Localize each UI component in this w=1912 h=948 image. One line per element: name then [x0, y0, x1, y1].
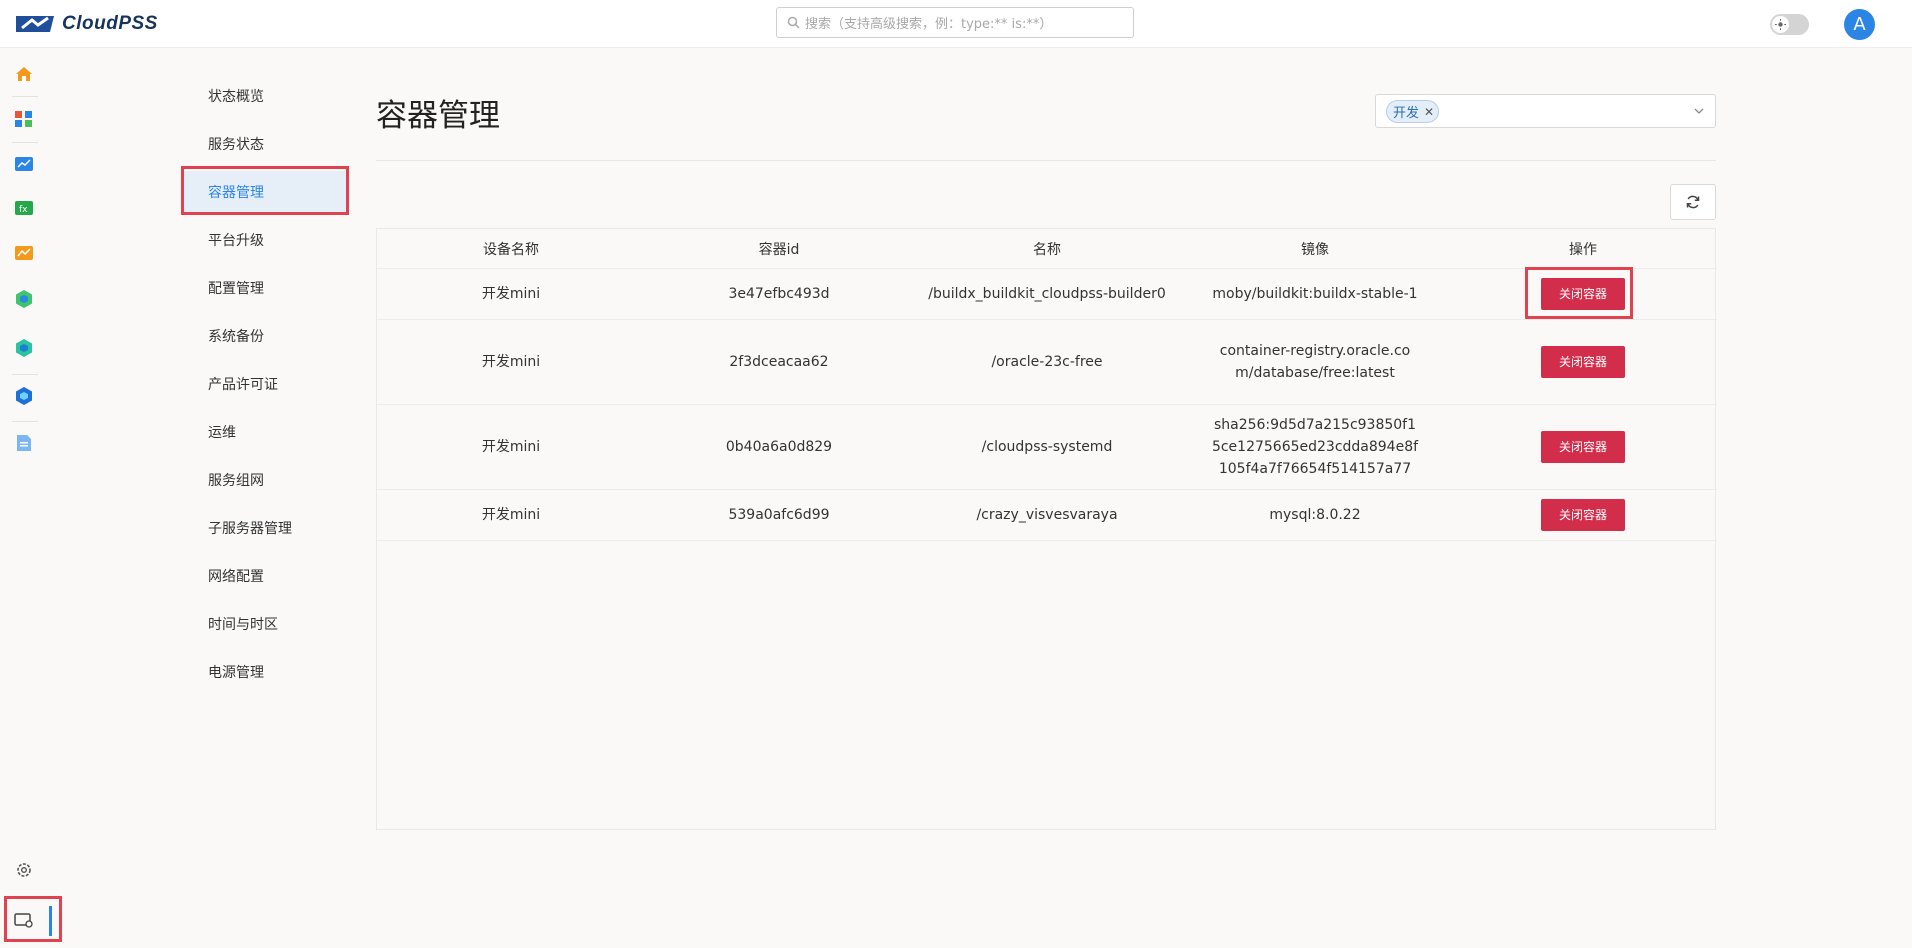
cell-image: moby/buildkit:buildx-stable-1: [1181, 268, 1449, 320]
cell-name: /crazy_visvesvaraya: [913, 489, 1181, 541]
chart-window-icon[interactable]: [14, 154, 34, 174]
table-header-row: 设备名称 容器id 名称 镜像 操作: [377, 229, 1717, 269]
cell-image: container-registry.oracle.com/database/f…: [1181, 319, 1449, 405]
cell-action: 关闭容器: [1449, 404, 1717, 490]
subnav-item-network-config[interactable]: 网络配置: [181, 555, 349, 599]
refresh-icon: [1686, 195, 1700, 209]
header-divider: [376, 160, 1716, 161]
cell-action: 关闭容器: [1449, 268, 1717, 320]
cell-image: mysql:8.0.22: [1181, 489, 1449, 541]
close-container-button[interactable]: 关闭容器: [1541, 431, 1625, 463]
subnav-item-service-status[interactable]: 服务状态: [181, 123, 349, 167]
cloudpss-logo-icon: [16, 16, 54, 32]
refresh-button[interactable]: [1670, 184, 1716, 220]
close-icon[interactable]: ✕: [1424, 105, 1434, 119]
search-icon: [787, 16, 800, 29]
function-icon[interactable]: fx: [14, 198, 34, 218]
filter-tag-label: 开发: [1393, 106, 1420, 121]
subnav-item-status-overview[interactable]: 状态概览: [181, 75, 349, 119]
subnav-item-product-license[interactable]: 产品许可证: [181, 363, 349, 407]
cell-device: 开发mini: [377, 268, 645, 320]
table-row: 开发mini 539a0afc6d99 /crazy_visvesvaraya …: [377, 489, 1717, 541]
left-rail: fx: [0, 48, 48, 948]
cell-container-id: 3e47efbc493d: [645, 268, 913, 320]
sun-icon: [1772, 16, 1789, 33]
chevron-down-icon[interactable]: [1693, 105, 1705, 117]
subnav-item-container-management[interactable]: 容器管理: [181, 171, 349, 215]
column-header-container-id: 容器id: [645, 229, 913, 269]
hexagon-green-icon[interactable]: [14, 289, 34, 309]
column-header-image: 镜像: [1181, 229, 1449, 269]
column-header-name: 名称: [913, 229, 1181, 269]
document-icon[interactable]: [14, 433, 34, 453]
cell-name: /oracle-23c-free: [913, 319, 1181, 405]
cell-container-id: 0b40a6a0d829: [645, 404, 913, 490]
table-row: 开发mini 0b40a6a0d829 /cloudpss-systemd sh…: [377, 404, 1717, 490]
subnav-item-config-management[interactable]: 配置管理: [181, 267, 349, 311]
subnav-item-sub-server-management[interactable]: 子服务器管理: [181, 507, 349, 551]
device-filter-select[interactable]: 开发 ✕: [1375, 94, 1716, 128]
cell-image: sha256:9d5d7a215c93850f15ce1275665ed23cd…: [1181, 404, 1449, 490]
subnav-item-time-zone[interactable]: 时间与时区: [181, 603, 349, 647]
close-container-button[interactable]: 关闭容器: [1541, 278, 1625, 310]
avatar[interactable]: A: [1844, 9, 1875, 40]
svg-text:fx: fx: [19, 205, 28, 215]
apps-icon[interactable]: [14, 108, 34, 128]
rail-active-indicator: [49, 906, 52, 936]
subnav-item-system-backup[interactable]: 系统备份: [181, 315, 349, 359]
column-header-action: 操作: [1449, 229, 1717, 269]
search-placeholder: 搜索（支持高级搜索，例：type:** is:**）: [805, 17, 1053, 32]
subnav-item-platform-upgrade[interactable]: 平台升级: [181, 219, 349, 263]
table-row: 开发mini 2f3dceacaa62 /oracle-23c-free con…: [377, 319, 1717, 405]
cell-container-id: 2f3dceacaa62: [645, 319, 913, 405]
logo[interactable]: CloudPSS: [14, 12, 158, 36]
top-bar: CloudPSS 搜索（支持高级搜索，例：type:** is:**） A: [0, 0, 1912, 48]
close-container-button[interactable]: 关闭容器: [1541, 346, 1625, 378]
home-icon[interactable]: [14, 64, 34, 84]
subnav-item-operations[interactable]: 运维: [181, 411, 349, 455]
theme-toggle[interactable]: [1770, 14, 1809, 35]
container-table: 设备名称 容器id 名称 镜像 操作 开发mini 3e47efbc493d /…: [376, 228, 1717, 830]
close-container-button[interactable]: 关闭容器: [1541, 499, 1625, 531]
cell-device: 开发mini: [377, 404, 645, 490]
hexagon-teal-icon[interactable]: [14, 338, 34, 358]
cell-container-id: 539a0afc6d99: [645, 489, 913, 541]
column-header-device: 设备名称: [377, 229, 645, 269]
trend-icon[interactable]: [14, 243, 34, 263]
hexagon-blue-icon[interactable]: [14, 386, 34, 406]
cell-device: 开发mini: [377, 489, 645, 541]
cell-name: /buildx_buildkit_cloudpss-builder0: [913, 268, 1181, 320]
subnav-item-service-network[interactable]: 服务组网: [181, 459, 349, 503]
search-input[interactable]: 搜索（支持高级搜索，例：type:** is:**）: [776, 7, 1134, 38]
cell-action: 关闭容器: [1449, 489, 1717, 541]
logo-text: CloudPSS: [62, 13, 158, 34]
filter-tag: 开发 ✕: [1386, 100, 1440, 123]
settings-icon[interactable]: [14, 860, 34, 880]
page-title: 容器管理: [376, 98, 500, 134]
cell-action: 关闭容器: [1449, 319, 1717, 405]
cell-name: /cloudpss-systemd: [913, 404, 1181, 490]
subnav-item-power-management[interactable]: 电源管理: [181, 651, 349, 695]
table-row: 开发mini 3e47efbc493d /buildx_buildkit_clo…: [377, 268, 1717, 320]
cell-device: 开发mini: [377, 319, 645, 405]
highlight-box-device-settings: [4, 896, 62, 942]
